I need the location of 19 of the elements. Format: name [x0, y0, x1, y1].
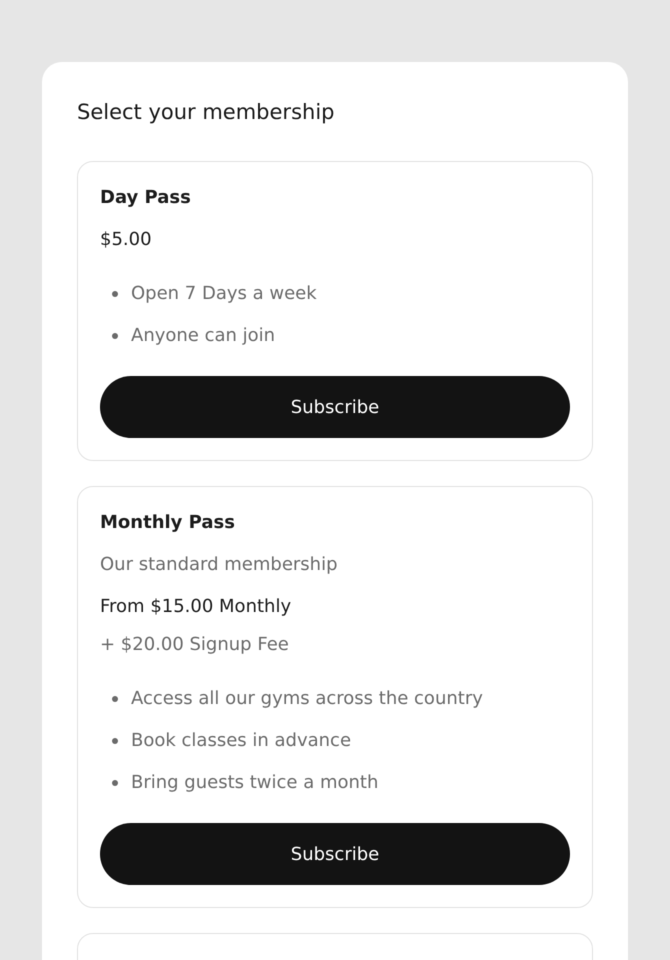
plan-price: From $15.00 Monthly [100, 595, 292, 619]
plan-title: Day Pass [100, 186, 191, 210]
bullet-icon [112, 291, 118, 297]
bullet-icon [112, 780, 118, 786]
plan-title: Monthly Pass [100, 511, 235, 535]
signup-fee: + $20.00 Signup Fee [100, 633, 289, 657]
bullet-icon [112, 333, 118, 339]
feature-text: Anyone can join [131, 324, 276, 348]
feature-text: Book classes in advance [131, 729, 352, 753]
feature-text: Access all our gyms across the country [131, 687, 483, 711]
subscribe-button[interactable]: Subscribe [100, 823, 570, 885]
bullet-icon [112, 738, 118, 744]
plan-price: $5.00 [100, 228, 152, 252]
feature-text: Open 7 Days a week [131, 282, 317, 306]
page-heading: Select your membership [77, 99, 334, 126]
subscribe-button[interactable]: Subscribe [100, 376, 570, 438]
feature-text: Bring guests twice a month [131, 771, 378, 795]
plan-description: Our standard membership [100, 553, 338, 577]
bullet-icon [112, 696, 118, 702]
